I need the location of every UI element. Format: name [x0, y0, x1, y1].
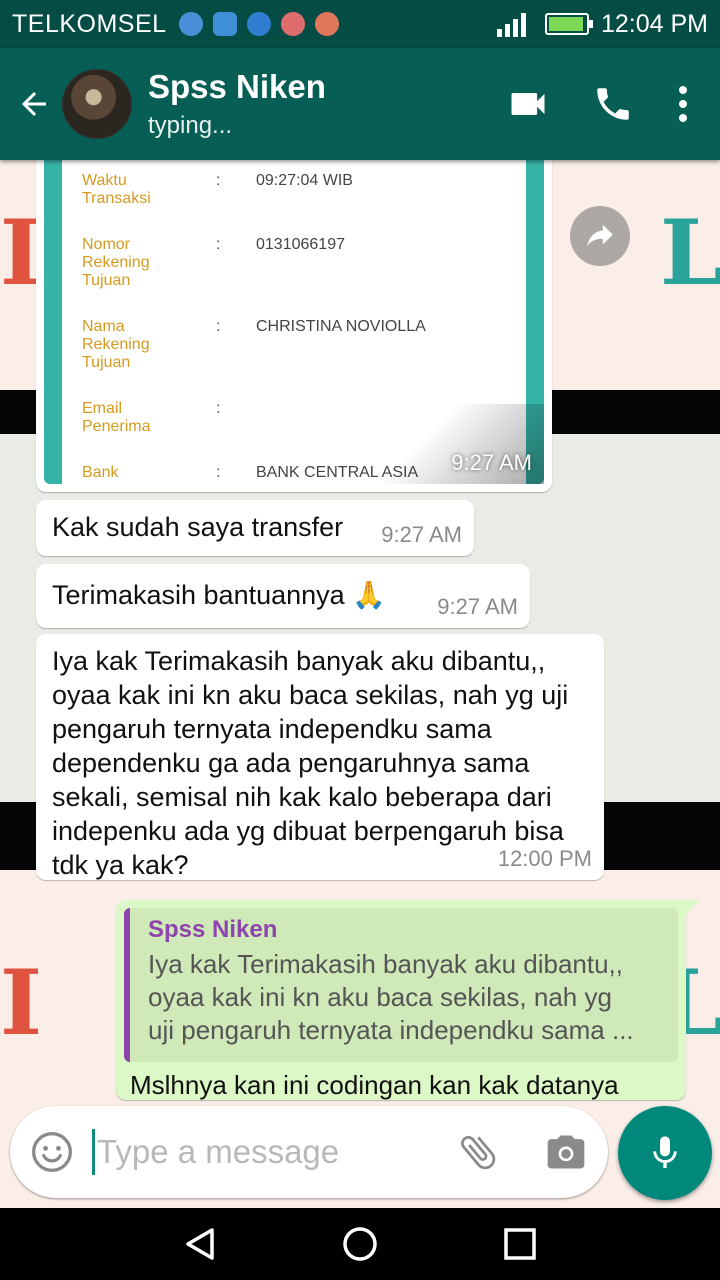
wallpaper-logo-decoration: I	[0, 950, 43, 1056]
message-time: 12:00 PM	[497, 846, 592, 871]
signal-icon	[496, 13, 526, 37]
message-time: 9:27 AM	[437, 594, 518, 619]
composer: Type a message	[0, 1098, 720, 1208]
receipt-colon: :	[216, 236, 221, 253]
carrier-name: TELKOMSEL	[12, 9, 167, 38]
message-time: 9:27 AM	[451, 450, 532, 475]
alert-notification-icon	[314, 12, 339, 36]
nav-recents-icon[interactable]	[500, 1224, 540, 1264]
message-notification-icon	[246, 12, 271, 36]
attach-icon[interactable]	[456, 1130, 500, 1174]
nav-back-icon[interactable]	[180, 1224, 220, 1264]
contact-info[interactable]: Spss Niken typing...	[148, 68, 326, 140]
receipt-label: Nama Rekening Tujuan	[82, 318, 150, 371]
quoted-text-line: Iya kak Terimakasih banyak aku dibantu,,	[148, 949, 624, 979]
navigation-bar	[0, 1208, 720, 1280]
camera-icon[interactable]	[544, 1130, 588, 1174]
receipt-value: CHRISTINA NOVIOLLA	[256, 318, 426, 335]
receipt-label: Email Penerima	[82, 400, 151, 435]
contact-status: typing...	[148, 112, 233, 139]
message-text: Kak sudah saya transfer	[52, 512, 344, 542]
avatar[interactable]	[62, 69, 132, 139]
clock: 12:04 PM	[600, 9, 708, 38]
receipt-colon: :	[216, 400, 221, 417]
incoming-message[interactable]: Terimakasih bantuannya 🙏 9:27 AM	[36, 564, 530, 628]
receipt-colon: :	[216, 318, 221, 335]
forward-button[interactable]	[570, 206, 630, 266]
receipt-value: 09:27:04 WIB	[256, 172, 353, 189]
back-arrow-icon	[22, 92, 46, 116]
forward-icon	[587, 224, 613, 246]
receipt-label: Nomor Rekening Tujuan	[82, 236, 150, 289]
wallpaper-logo-decoration: L	[660, 200, 720, 306]
video-call-icon[interactable]	[506, 82, 550, 126]
voice-message-button[interactable]	[618, 1106, 712, 1200]
quoted-text-line: oyaa kak ini kn aku baca sekilas, nah yg	[148, 982, 612, 1012]
back-button[interactable]	[6, 76, 62, 132]
outgoing-message[interactable]: Spss Niken Iya kak Terimakasih banyak ak…	[116, 900, 700, 1100]
message-time: 9:27 AM	[381, 522, 462, 547]
receipt-value: 0131066197	[256, 236, 345, 253]
quoted-sender: Spss Niken	[148, 916, 278, 943]
incoming-message[interactable]: Iya kak Terimakasih banyak aku dibantu,,…	[36, 634, 604, 880]
message-input[interactable]: Type a message	[92, 1129, 339, 1175]
image-message[interactable]: Waktu Transaksi : 09:27:04 WIB Nomor Rek…	[36, 160, 552, 492]
more-options-icon[interactable]	[676, 84, 690, 124]
receipt-label: Waktu Transaksi	[82, 172, 151, 207]
mic-icon	[653, 1136, 677, 1168]
battery-icon	[544, 13, 593, 35]
status-bar: TELKOMSEL 12:04 PM	[0, 0, 720, 48]
receipt-colon: :	[216, 172, 221, 189]
contact-name: Spss Niken	[148, 68, 326, 105]
quoted-message[interactable]: Spss Niken Iya kak Terimakasih banyak ak…	[124, 908, 678, 1062]
message-text: Mslhnya kan ini codingan kan kak datanya	[130, 1070, 619, 1100]
message-text: Terimakasih bantuannya 🙏	[52, 580, 386, 610]
message-input-container[interactable]: Type a message	[10, 1106, 608, 1198]
app-notification-icon	[212, 12, 237, 36]
receipt-colon: :	[216, 464, 221, 481]
notification-icons	[178, 12, 339, 36]
receipt-label: Bank	[82, 464, 119, 481]
bubble-tail	[684, 900, 700, 916]
location-notification-icon	[178, 12, 203, 36]
chat-area[interactable]: I L I L Waktu Transaksi : 09:27:04 WIB N…	[0, 160, 720, 1208]
incoming-message[interactable]: Kak sudah saya transfer 9:27 AM	[36, 500, 474, 556]
chat-notification-icon	[280, 12, 305, 36]
nav-home-icon[interactable]	[340, 1224, 380, 1264]
chat-header: Spss Niken typing...	[0, 48, 720, 160]
emoji-icon[interactable]	[30, 1130, 74, 1174]
phone-icon[interactable]	[592, 83, 634, 125]
quoted-text-line: uji pengaruh ternyata independku sama ..…	[148, 1015, 634, 1045]
